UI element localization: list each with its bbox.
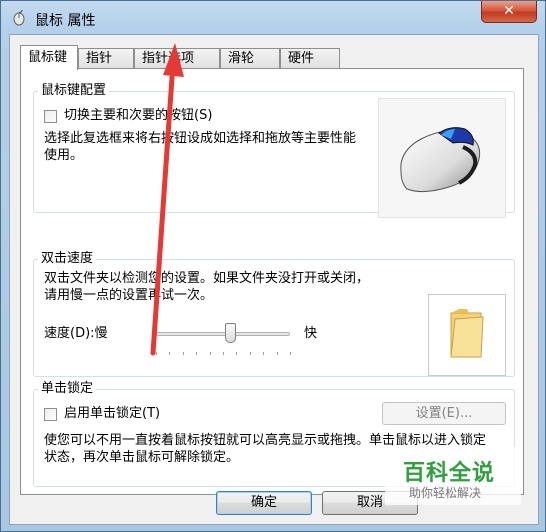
watermark-title: 百科全说 (403, 461, 496, 486)
mouse-icon (400, 127, 481, 193)
slider-tick (236, 352, 238, 355)
slider-tick (169, 352, 171, 355)
window-title: 鼠标 属性 (35, 13, 96, 29)
slider-tick (196, 352, 198, 355)
settings-button-label: 设置(E)... (415, 406, 473, 421)
mouse-app-icon (11, 9, 27, 26)
speed-slider-thumb[interactable] (224, 323, 236, 343)
speed-slider-track[interactable] (156, 332, 290, 336)
button-config-group: 鼠标键配置 切换主要和次要的按钮(S) 选择此复选框来将右按钮设成如选择和拖放等… (33, 83, 515, 218)
click-lock-title: 单击锁定 (38, 381, 97, 397)
speed-fast-label: 快 (304, 326, 318, 341)
double-click-group: 双击速度 双击文件夹以检测您的设置。如果文件夹没打开或关闭，请用慢一点的设置再试… (33, 251, 515, 377)
folder-icon (450, 309, 484, 358)
tab-buttons[interactable]: 鼠标键 (20, 45, 78, 70)
slider-tick (249, 352, 251, 355)
title-bar[interactable]: 鼠标 属性 ✕ (1, 1, 545, 35)
tab-wheel[interactable]: 滑轮 (220, 48, 280, 69)
tab-pointer-options[interactable]: 指针选项 (134, 48, 220, 69)
slider-tick (276, 352, 278, 355)
switch-buttons-checkbox[interactable] (44, 110, 57, 123)
slider-tick (223, 352, 224, 355)
switch-buttons-description: 选择此复选框来将右按钮设成如选择和拖放等主要性能使用。 (44, 131, 357, 163)
mouse-image (378, 98, 506, 218)
slider-tick (263, 352, 265, 355)
speed-slow-label: 速度(D):慢 (44, 326, 108, 341)
slider-tick (182, 352, 184, 355)
test-folder-area[interactable] (428, 294, 506, 376)
close-icon: ✕ (503, 3, 515, 19)
watermark-subtitle: 助你轻松解决 (409, 486, 482, 500)
click-lock-settings-button[interactable]: 设置(E)... (382, 402, 506, 425)
tab-label: 硬件 (288, 51, 315, 66)
watermark: 百科全说 助你轻松解决 (385, 447, 521, 505)
slider-tick (156, 352, 157, 355)
tab-label: 指针选项 (142, 51, 195, 66)
tab-label: 指针 (86, 51, 113, 66)
slider-tick (209, 352, 211, 355)
slider-tick (290, 352, 291, 355)
double-click-title: 双击速度 (38, 251, 97, 267)
cancel-button-label: 取消 (356, 495, 383, 510)
ok-button[interactable]: 确定 (216, 491, 312, 515)
click-lock-checkbox[interactable] (44, 408, 57, 421)
tab-label: 滑轮 (228, 51, 255, 66)
tab-panel-buttons: 鼠标键配置 切换主要和次要的按钮(S) 选择此复选框来将右按钮设成如选择和拖放等… (20, 68, 524, 495)
close-button[interactable]: ✕ (481, 1, 537, 23)
tab-pointers[interactable]: 指针 (78, 48, 134, 69)
mouse-properties-window: 鼠标 属性 ✕ 鼠标键 指针 指针选项 滑轮 硬件 鼠标键配置 切换主要和次要的… (0, 0, 546, 532)
tab-hardware[interactable]: 硬件 (280, 48, 340, 69)
tab-label: 鼠标键 (28, 50, 68, 65)
button-config-title: 鼠标键配置 (38, 83, 110, 99)
double-click-description: 双击文件夹以检测您的设置。如果文件夹没打开或关闭，请用慢一点的设置再试一次。 (44, 271, 370, 303)
switch-buttons-label[interactable]: 切换主要和次要的按钮(S) (64, 108, 212, 124)
click-lock-label[interactable]: 启用单击锁定(T) (64, 406, 160, 422)
ok-button-label: 确定 (250, 495, 277, 510)
